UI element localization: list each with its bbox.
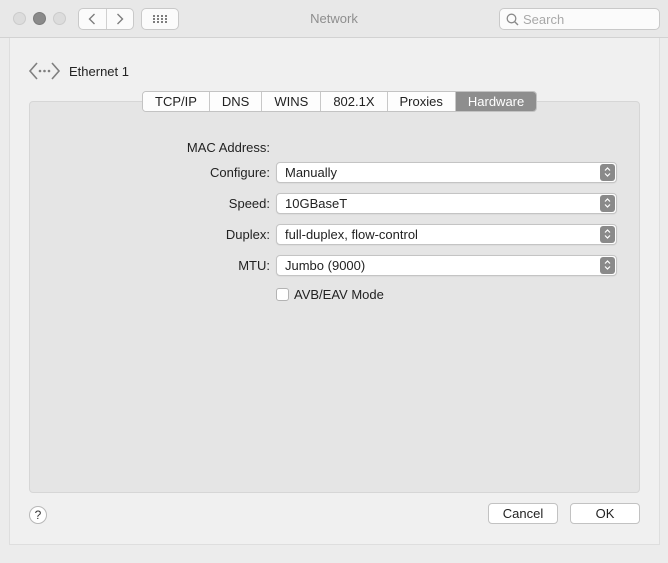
cancel-button[interactable]: Cancel — [488, 503, 558, 524]
tab-proxies[interactable]: Proxies — [386, 92, 455, 111]
mac-address-label: MAC Address: — [186, 139, 270, 155]
ok-button[interactable]: OK — [570, 503, 640, 524]
ethernet-icon — [28, 62, 61, 80]
search-icon — [506, 13, 519, 25]
mac-address-row: MAC Address: — [0, 136, 668, 158]
avb-eav-checkbox[interactable] — [276, 287, 289, 301]
tab-tcpip[interactable]: TCP/IP — [143, 92, 209, 111]
title-bar: Network — [0, 0, 668, 38]
tab-bar: TCP/IP DNS WINS 802.1X Proxies Hardware — [142, 91, 538, 112]
updown-arrows-icon — [600, 194, 615, 212]
duplex-value: full-duplex, flow-control — [285, 226, 418, 242]
tab-8021x[interactable]: 802.1X — [320, 92, 387, 111]
mtu-value: Jumbo (9000) — [285, 257, 366, 273]
configure-row: Configure: Manually — [0, 161, 668, 183]
mtu-select[interactable]: Jumbo (9000) — [276, 254, 617, 276]
mtu-label: MTU: — [238, 257, 270, 273]
updown-arrows-icon — [600, 225, 615, 243]
configure-value: Manually — [285, 164, 338, 180]
avb-eav-label[interactable]: AVB/EAV Mode — [294, 287, 384, 302]
tab-wins[interactable]: WINS — [261, 92, 321, 111]
speed-label: Speed: — [228, 195, 270, 211]
mtu-row: MTU: Jumbo (9000) — [0, 254, 668, 276]
updown-arrows-icon — [600, 256, 615, 274]
search-input[interactable] — [523, 11, 653, 27]
duplex-select[interactable]: full-duplex, flow-control — [276, 223, 617, 245]
search-field[interactable] — [499, 8, 660, 30]
help-button[interactable]: ? — [29, 506, 47, 524]
interface-name: Ethernet 1 — [69, 63, 129, 79]
configure-label: Configure: — [210, 164, 270, 180]
tab-dns[interactable]: DNS — [208, 92, 262, 111]
interface-header: Ethernet 1 — [28, 60, 129, 82]
duplex-label: Duplex: — [225, 226, 270, 242]
speed-select[interactable]: 10GBaseT — [276, 192, 617, 214]
duplex-row: Duplex: full-duplex, flow-control — [0, 223, 668, 245]
speed-row: Speed: 10GBaseT — [0, 192, 668, 214]
configure-select[interactable]: Manually — [276, 161, 617, 183]
tab-hardware[interactable]: Hardware — [454, 92, 537, 111]
avb-eav-row: AVB/EAV Mode — [276, 285, 384, 303]
updown-arrows-icon — [600, 163, 615, 181]
speed-value: 10GBaseT — [285, 195, 348, 211]
